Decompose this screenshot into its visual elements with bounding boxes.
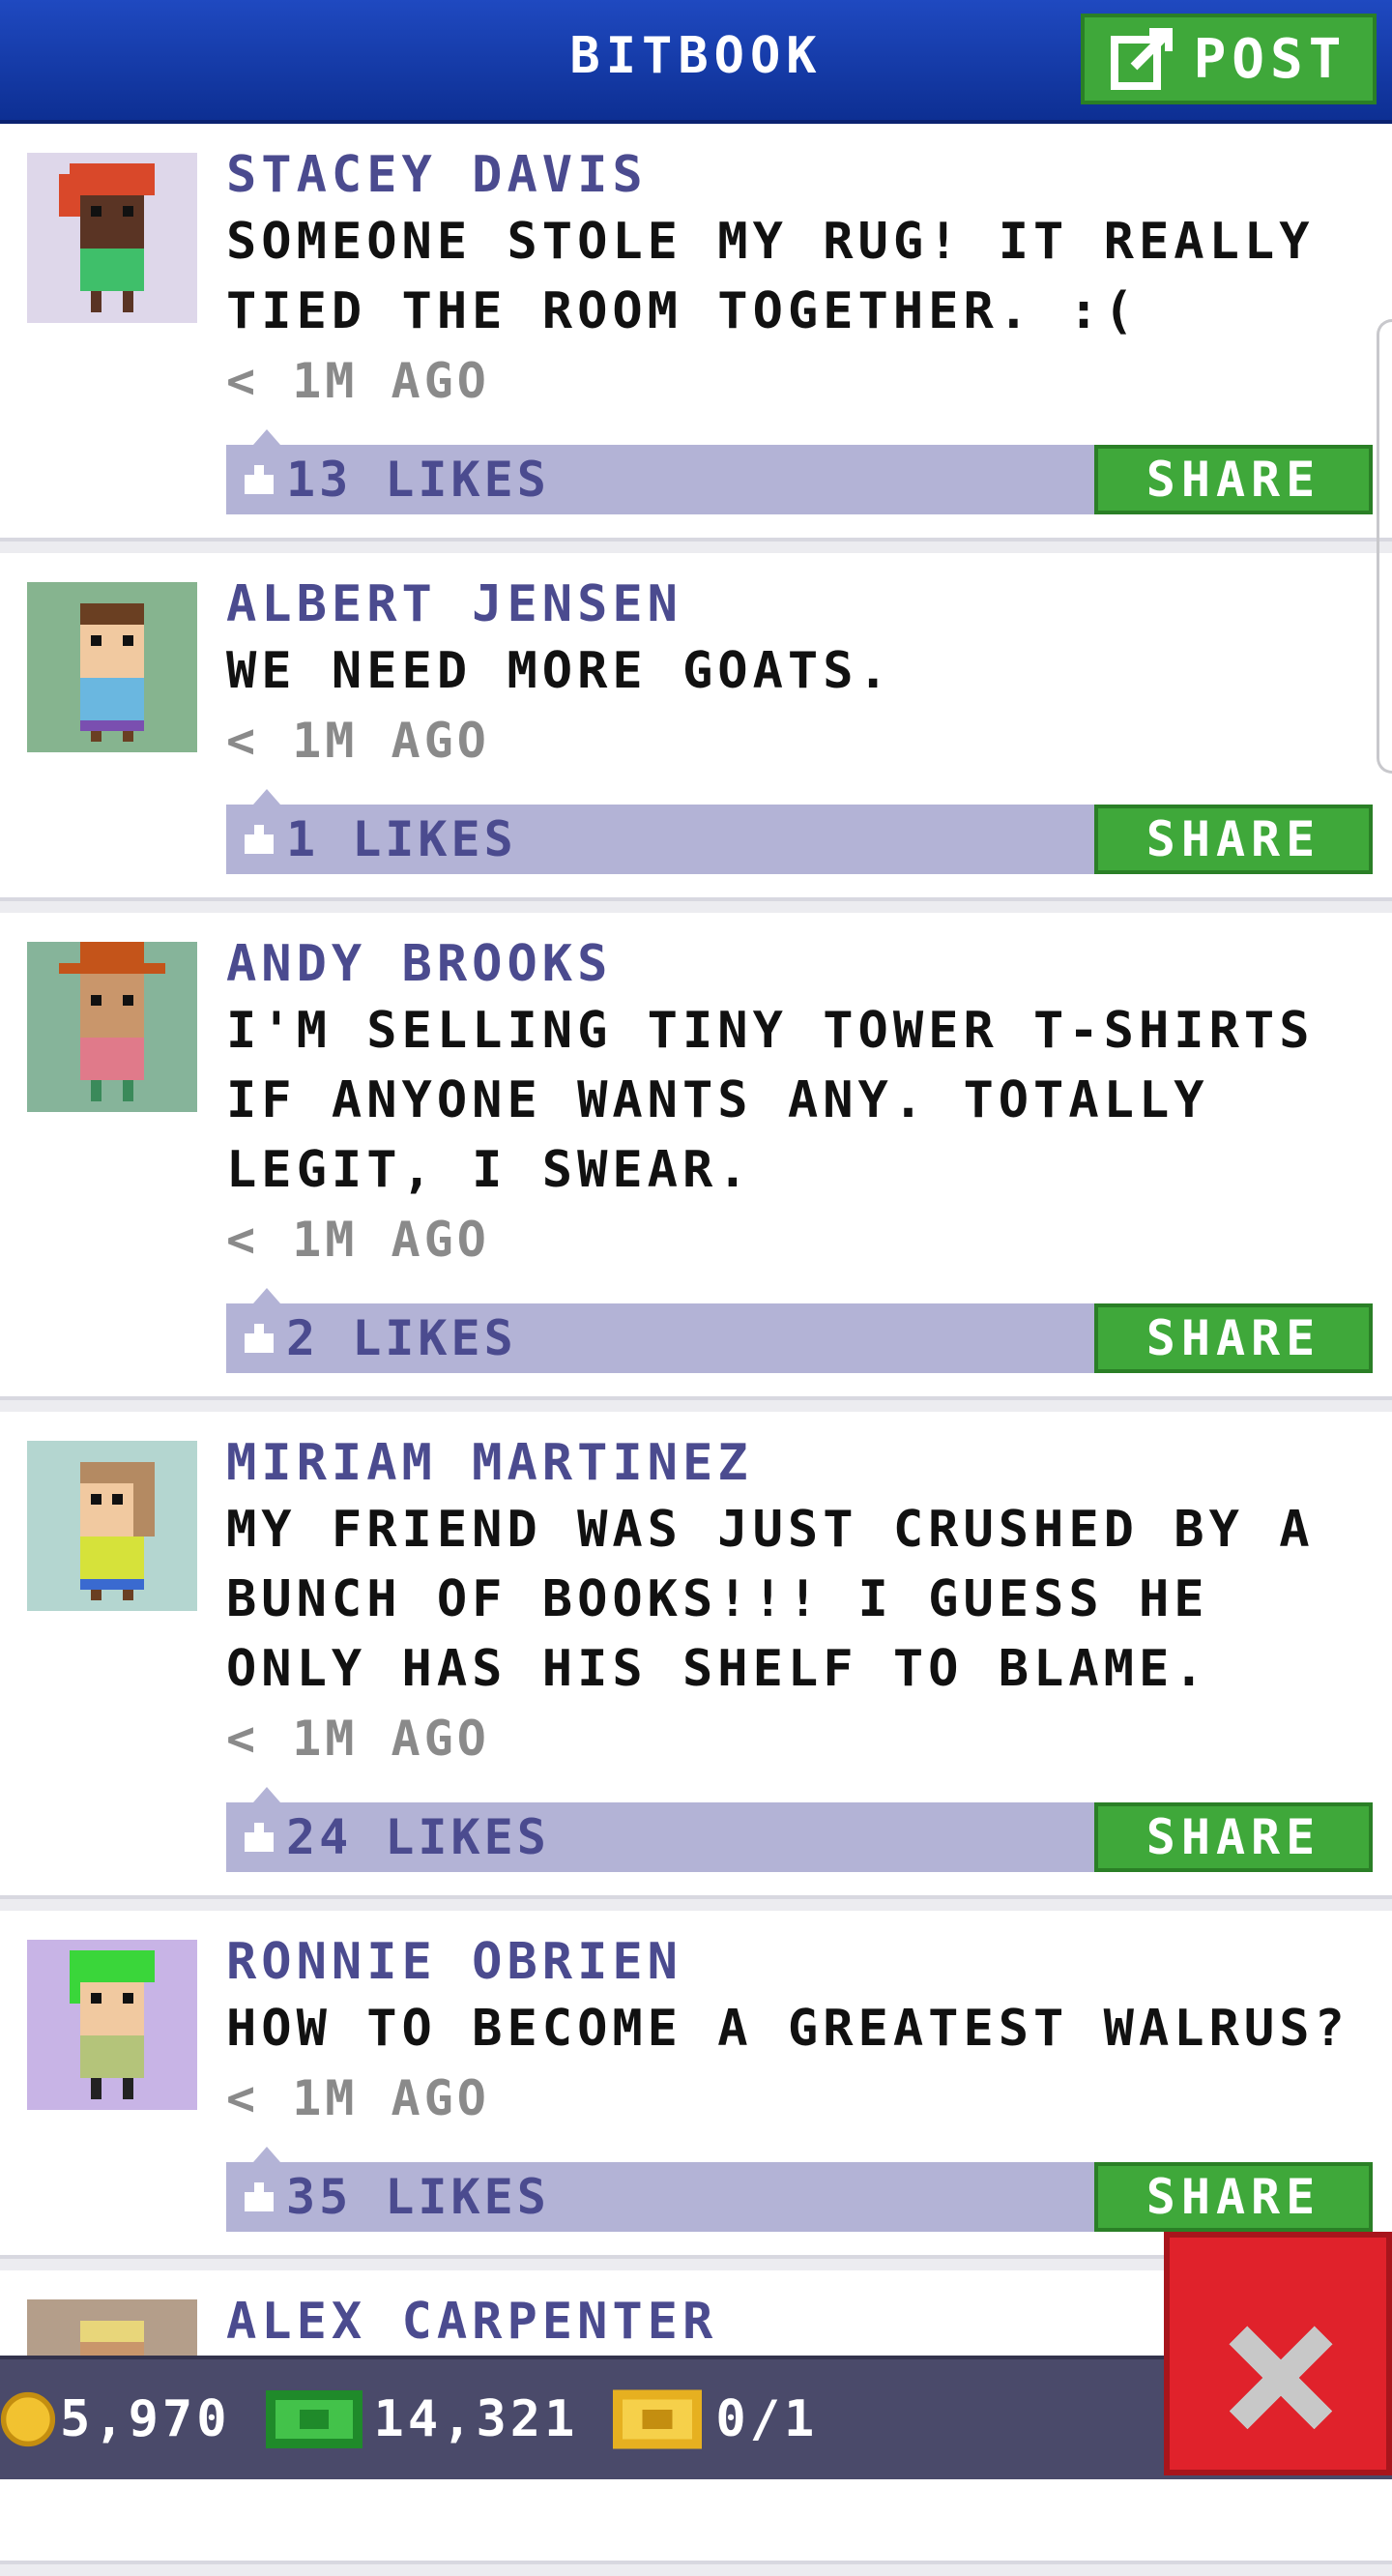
feed-post: STACEY DAVIS SOMEONE STOLE MY RUG! IT RE… bbox=[0, 124, 1392, 542]
like-icon[interactable] bbox=[240, 820, 278, 859]
post-message: MY FRIEND WAS JUST CRUSHED BY A BUNCH OF… bbox=[226, 1501, 1315, 1698]
post-author[interactable]: ANDY BROOKS bbox=[226, 932, 1373, 996]
post-author[interactable]: MIRIAM MARTINEZ bbox=[226, 1431, 1373, 1495]
post-button-label: POST bbox=[1193, 27, 1348, 91]
avatar-icon bbox=[27, 942, 197, 1112]
avatar[interactable] bbox=[27, 942, 197, 1112]
bux-stat: 14,321 bbox=[265, 2389, 579, 2449]
likes-count: 13 LIKES bbox=[286, 452, 550, 508]
avatar[interactable] bbox=[27, 153, 197, 323]
avatar-icon bbox=[27, 582, 197, 752]
post-time: < 1M AGO bbox=[226, 1212, 490, 1268]
feed-post: ANDY BROOKS I'M SELLING TINY TOWER T-SHI… bbox=[0, 913, 1392, 1400]
likes-count: 24 LIKES bbox=[286, 1809, 550, 1865]
post-message: I'M SELLING TINY TOWER T-SHIRTS IF ANYON… bbox=[226, 1002, 1315, 1199]
likes-bar: 13 LIKES SHARE bbox=[226, 429, 1373, 514]
post-message: HOW TO BECOME A GREATEST WALRUS? bbox=[226, 2000, 1349, 2058]
post-time: < 1M AGO bbox=[226, 1711, 490, 1767]
likes-count: 1 LIKES bbox=[286, 811, 517, 867]
scrollbar[interactable] bbox=[1377, 319, 1392, 774]
post-message: SOMEONE STOLE MY RUG! IT REALLY TIED THE… bbox=[226, 213, 1315, 340]
likes-count: 2 LIKES bbox=[286, 1310, 517, 1366]
like-icon[interactable] bbox=[240, 1319, 278, 1358]
share-button[interactable]: SHARE bbox=[1094, 1303, 1373, 1373]
tickets-stat: 0/1 bbox=[613, 2389, 818, 2449]
post-author[interactable]: STACEY DAVIS bbox=[226, 143, 1373, 207]
post-message: WE NEED MORE GOATS. bbox=[226, 642, 893, 700]
feed-post: RONNIE OBRIEN HOW TO BECOME A GREATEST W… bbox=[0, 1911, 1392, 2259]
post-time: < 1M AGO bbox=[226, 2070, 490, 2126]
post-time: < 1M AGO bbox=[226, 713, 490, 769]
post-button[interactable]: POST bbox=[1081, 14, 1377, 104]
likes-count: 35 LIKES bbox=[286, 2169, 550, 2225]
avatar-icon bbox=[27, 153, 197, 323]
avatar[interactable] bbox=[27, 582, 197, 752]
post-author[interactable]: RONNIE OBRIEN bbox=[226, 1930, 1373, 1994]
likes-bar: 24 LIKES SHARE bbox=[226, 1787, 1373, 1872]
close-button[interactable] bbox=[1164, 2232, 1392, 2475]
share-button[interactable]: SHARE bbox=[1094, 2162, 1373, 2232]
app-header: BITBOOK POST bbox=[0, 0, 1392, 124]
likes-bar: 2 LIKES SHARE bbox=[226, 1288, 1373, 1373]
like-icon[interactable] bbox=[240, 1818, 278, 1857]
share-button[interactable]: SHARE bbox=[1094, 445, 1373, 514]
avatar[interactable] bbox=[27, 1940, 197, 2110]
ticket-icon bbox=[613, 2389, 703, 2449]
compose-icon bbox=[1110, 28, 1173, 90]
likes-bar: 35 LIKES SHARE bbox=[226, 2147, 1373, 2232]
bux-icon bbox=[265, 2390, 362, 2448]
like-icon[interactable] bbox=[240, 460, 278, 499]
share-button[interactable]: SHARE bbox=[1094, 1802, 1373, 1872]
coins-value: 5,970 bbox=[60, 2390, 231, 2448]
post-author[interactable]: ALBERT JENSEN bbox=[226, 572, 1373, 636]
coin-icon bbox=[0, 2391, 56, 2447]
like-icon[interactable] bbox=[240, 2178, 278, 2216]
post-time: < 1M AGO bbox=[226, 353, 490, 409]
avatar[interactable] bbox=[27, 1441, 197, 1611]
tickets-value: 0/1 bbox=[715, 2390, 819, 2448]
avatar-icon bbox=[27, 1441, 197, 1611]
bux-value: 14,321 bbox=[373, 2390, 579, 2448]
likes-bar: 1 LIKES SHARE bbox=[226, 789, 1373, 874]
avatar-icon bbox=[27, 1940, 197, 2110]
feed-post: ALBERT JENSEN WE NEED MORE GOATS. < 1M A… bbox=[0, 553, 1392, 901]
coins-stat: 5,970 bbox=[0, 2390, 231, 2448]
share-button[interactable]: SHARE bbox=[1094, 805, 1373, 874]
feed-post: MIRIAM MARTINEZ MY FRIEND WAS JUST CRUSH… bbox=[0, 1412, 1392, 1899]
feed-list: STACEY DAVIS SOMEONE STOLE MY RUG! IT RE… bbox=[0, 124, 1392, 2576]
close-icon bbox=[1229, 2326, 1333, 2430]
